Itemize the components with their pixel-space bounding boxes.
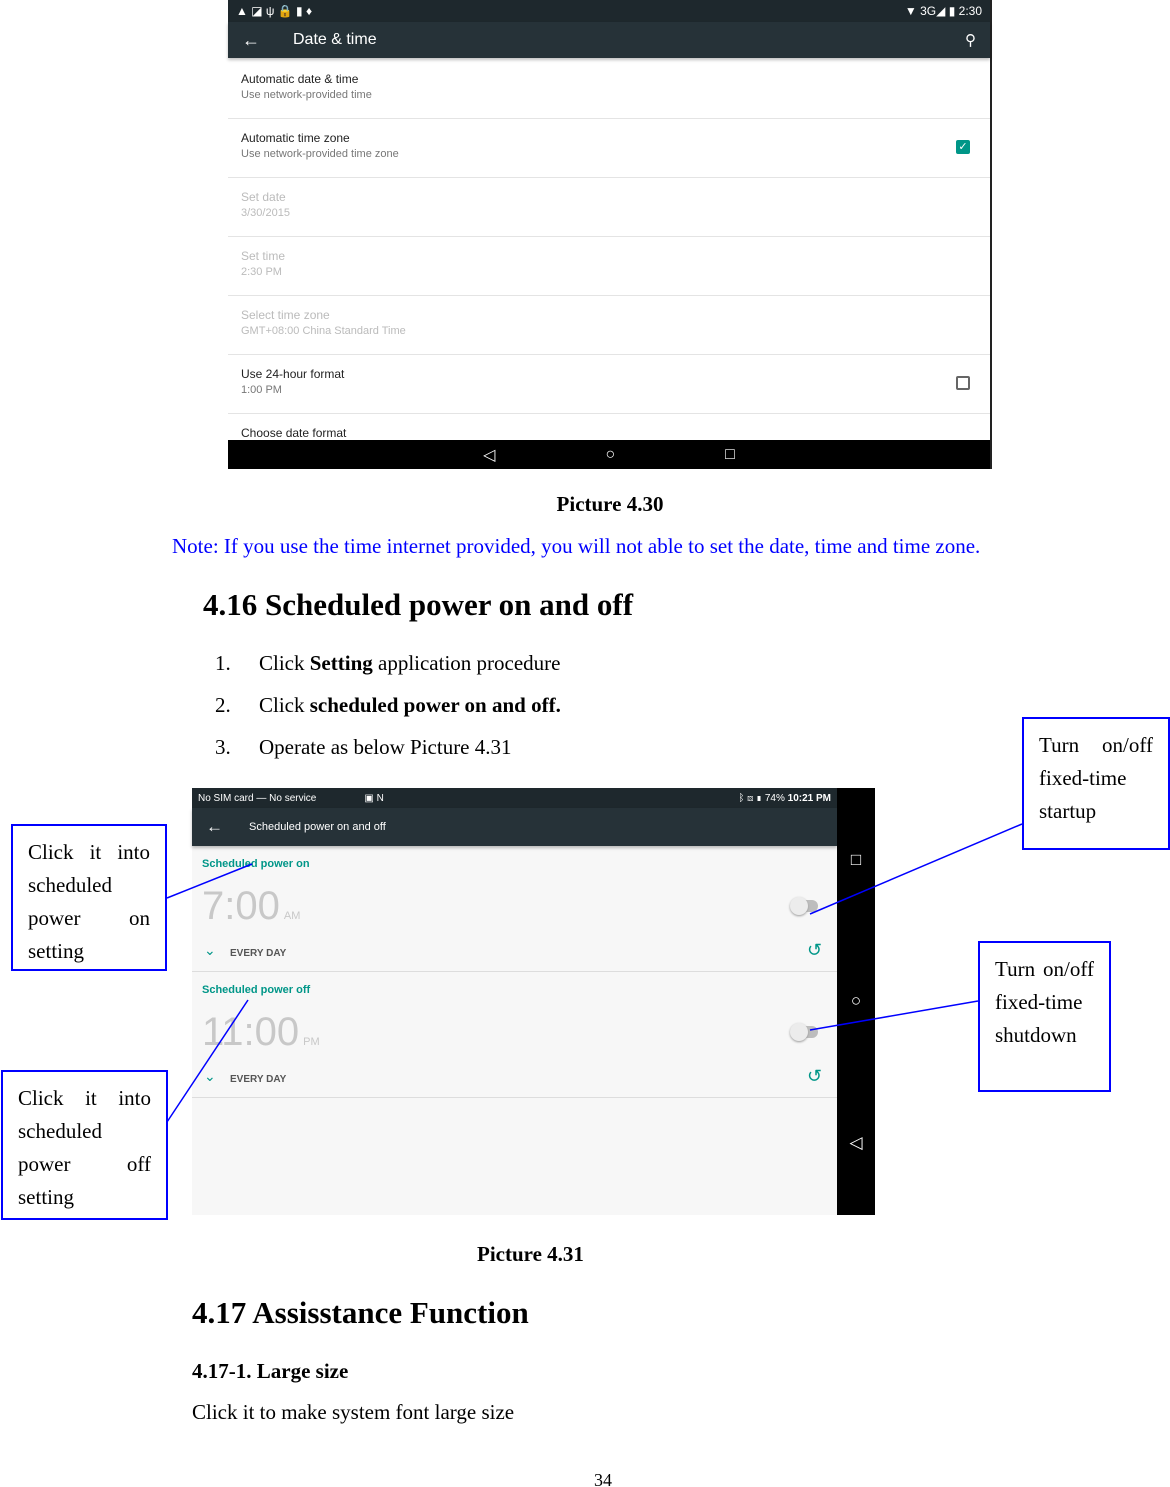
- caption-4-31: Picture 4.31: [477, 1242, 584, 1266]
- callout-startup: Turn on/off fixed-time startup: [1022, 717, 1170, 850]
- callout-line-startup: [809, 823, 1023, 915]
- manual-page: ▲ ◪ ψ 🔒 ▮ ♦ ▼ 3G◢ ▮ 2:30 ← Date & time ⚲…: [0, 0, 1170, 1487]
- callout-line-power-off: [166, 999, 249, 1123]
- page-number: 34: [594, 1470, 612, 1487]
- callout-power-off: Click it into scheduled power off settin…: [1, 1070, 168, 1220]
- callout-line-shutdown: [809, 1000, 979, 1031]
- callout-shutdown: Turn on/off fixed-time shutdown: [978, 941, 1111, 1092]
- callout-lines: [166, 823, 1023, 1123]
- section-heading-4-17: 4.17 Assisstance Function: [192, 1295, 529, 1330]
- callout-line-power-on: [166, 863, 253, 899]
- large-size-text: Click it to make system font large size: [192, 1400, 515, 1424]
- callout-power-on: Click it into scheduled power on setting: [11, 824, 167, 971]
- subheading-large-size: 4.17-1. Large size: [192, 1359, 349, 1383]
